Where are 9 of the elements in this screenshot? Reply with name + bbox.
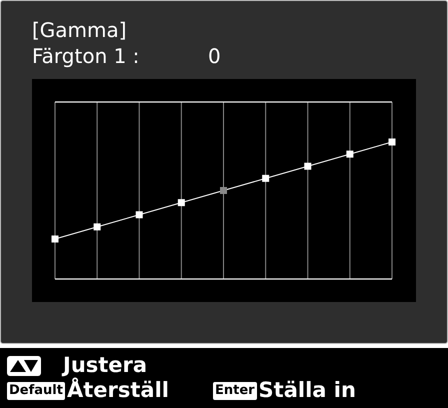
menu-title: [Gamma]: [32, 18, 128, 43]
key-label: Default: [7, 382, 65, 400]
help-label: Justera: [63, 355, 148, 376]
setting-label: Färgton 1 :: [32, 42, 140, 70]
key-label: Enter: [212, 382, 257, 400]
help-label: Återställ: [66, 380, 169, 401]
setting-value: 0: [208, 42, 221, 70]
help-label: Ställa in: [258, 380, 356, 401]
up-down-arrows-icon: [7, 356, 41, 376]
